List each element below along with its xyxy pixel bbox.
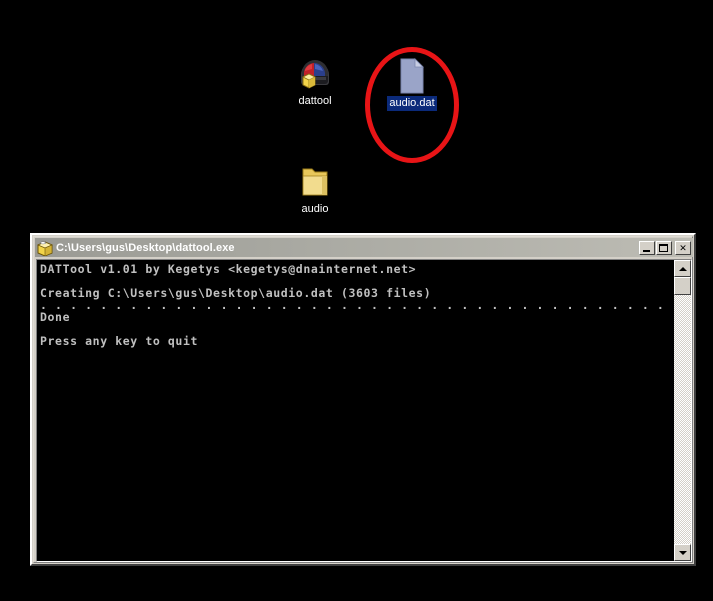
window-title: C:\Users\gus\Desktop\dattool.exe: [56, 241, 235, 254]
window-controls: ✕: [639, 240, 691, 255]
scroll-down-icon[interactable]: [674, 544, 691, 561]
window-titlebar[interactable]: C:\Users\gus\Desktop\dattool.exe ✕: [35, 238, 693, 257]
console-window[interactable]: C:\Users\gus\Desktop\dattool.exe ✕ DATTo…: [30, 233, 696, 566]
package-box-icon: [36, 240, 54, 257]
document-file-icon: [376, 57, 448, 94]
desktop-icon-label: audio.dat: [387, 96, 437, 111]
console-output: DATTool v1.01 by Kegetys <kegetys@dnaint…: [37, 260, 674, 561]
folder-icon: [279, 163, 351, 199]
helmet-package-icon: [279, 55, 351, 91]
desktop-icon-audio-folder[interactable]: audio: [279, 163, 351, 217]
desktop-icon-audio-dat[interactable]: audio.dat: [376, 57, 448, 111]
scrollbar-track[interactable]: [674, 277, 691, 544]
vertical-scrollbar[interactable]: [674, 260, 691, 561]
desktop-icon-label: dattool: [298, 95, 332, 107]
maximize-button[interactable]: [656, 240, 672, 255]
close-button[interactable]: ✕: [675, 240, 691, 255]
desktop[interactable]: dattool audio.dat audio C:\Users\gus\Des…: [0, 0, 713, 601]
console-client-area[interactable]: DATTool v1.01 by Kegetys <kegetys@dnaint…: [36, 259, 692, 562]
desktop-icon-label: audio: [301, 203, 329, 215]
desktop-icon-dattool[interactable]: dattool: [279, 55, 351, 109]
minimize-button[interactable]: [639, 240, 655, 255]
scrollbar-thumb[interactable]: [674, 277, 691, 295]
scroll-up-icon[interactable]: [674, 260, 691, 277]
